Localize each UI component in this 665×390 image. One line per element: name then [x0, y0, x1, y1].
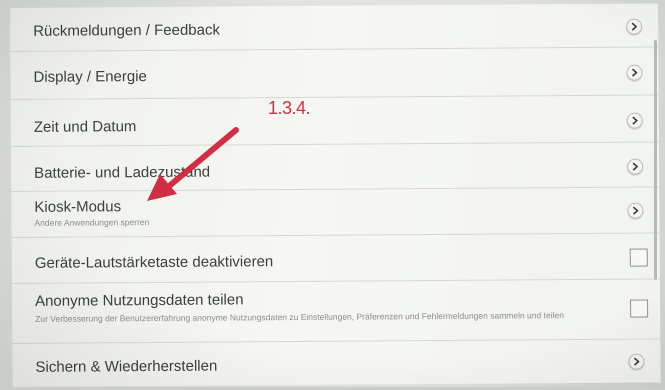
annotation-step-label: 1.3.4.	[268, 98, 311, 118]
settings-item-label: Batterie- und Ladezustand	[34, 163, 211, 182]
settings-list: Rückmeldungen / Feedback Display / Energ…	[10, 3, 661, 387]
usage-data-checkbox[interactable]	[630, 299, 649, 318]
settings-item-display[interactable]: Display / Energie	[10, 47, 659, 100]
chevron-right-icon[interactable]	[626, 18, 643, 35]
settings-item-label: Display / Energie	[33, 68, 147, 86]
scrollbar[interactable]	[654, 40, 657, 280]
settings-item-time-date[interactable]: Zeit und Datum	[10, 95, 659, 147]
settings-item-subtitle: Zur Verbesserung der Benutzererfahrung a…	[35, 310, 564, 324]
settings-item-backup-restore[interactable]: Sichern & Wiederherstellen	[12, 339, 660, 390]
chevron-right-icon[interactable]	[627, 202, 644, 219]
settings-item-label: Zeit und Datum	[33, 118, 137, 136]
chevron-right-icon[interactable]	[626, 64, 643, 81]
settings-item-feedback[interactable]: Rückmeldungen / Feedback	[10, 3, 659, 52]
settings-item-kiosk-mode[interactable]: Kiosk-Modus Andere Anwendungen sperren	[11, 187, 660, 238]
settings-item-label: Kiosk-Modus	[34, 198, 122, 216]
settings-item-label: Anonyme Nutzungsdaten teilen	[34, 291, 244, 310]
chevron-right-icon[interactable]	[628, 353, 645, 370]
settings-item-subtitle: Andere Anwendungen sperren	[34, 217, 150, 228]
volume-key-checkbox[interactable]	[629, 248, 648, 267]
settings-item-battery[interactable]: Batterie- und Ladezustand	[10, 142, 660, 192]
settings-item-label: Sichern & Wiederherstellen	[35, 357, 218, 376]
settings-item-volume-key[interactable]: Geräte-Lautstärketaste deaktivieren	[11, 233, 660, 284]
chevron-right-icon[interactable]	[626, 112, 643, 129]
settings-item-label: Geräte-Lautstärketaste deaktivieren	[34, 253, 274, 272]
chevron-right-icon[interactable]	[627, 158, 644, 175]
settings-item-label: Rückmeldungen / Feedback	[33, 21, 220, 40]
settings-item-usage-data[interactable]: Anonyme Nutzungsdaten teilen Zur Verbess…	[11, 279, 661, 344]
